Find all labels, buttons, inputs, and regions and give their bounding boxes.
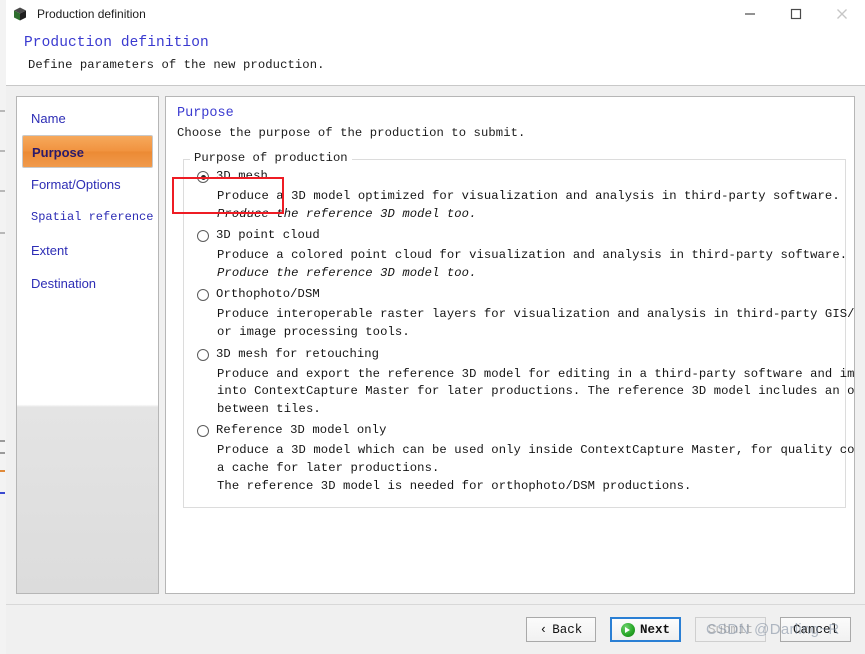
sidebar-item-destination[interactable]: Destination bbox=[22, 267, 153, 300]
cancel-button[interactable]: Cancel bbox=[779, 617, 851, 642]
radio-label-3d-mesh-for-retouching: 3D mesh for retouching bbox=[216, 346, 380, 361]
window-titlebar: Production definition bbox=[6, 0, 865, 29]
radio-option-reference-3d-model-only[interactable]: Reference 3D model only Produce a 3D mod… bbox=[196, 423, 855, 493]
radio-button-reference-3d-model-only[interactable] bbox=[197, 425, 209, 438]
radio-desc-line: The reference 3D model is needed for ort… bbox=[217, 478, 692, 493]
window-title: Production definition bbox=[37, 7, 146, 21]
radio-option-3d-point-cloud[interactable]: 3D point cloud Produce a colored point c… bbox=[196, 228, 848, 280]
radio-button-3d-mesh-for-retouching[interactable] bbox=[197, 348, 209, 361]
radio-option-orthophoto-dsm[interactable]: Orthophoto/DSM Produce interoperable ras… bbox=[196, 287, 855, 339]
window-controls bbox=[727, 0, 865, 28]
radio-button-3d-point-cloud[interactable] bbox=[197, 230, 209, 243]
radio-desc-line: a cache for later productions. bbox=[217, 460, 440, 475]
wizard-header-subtitle: Define parameters of the new production. bbox=[28, 58, 325, 72]
close-icon[interactable] bbox=[819, 0, 865, 28]
cube-icon bbox=[12, 6, 28, 22]
radio-desc-line: Produce a 3D model which can be used onl… bbox=[217, 443, 855, 458]
radio-label-orthophoto-dsm: Orthophoto/DSM bbox=[216, 287, 320, 302]
sidebar-item-extent[interactable]: Extent bbox=[22, 234, 153, 267]
wizard-footer: ‹ Back Next Submit Cancel CSDN @Darling~… bbox=[6, 604, 865, 654]
radio-desc-line: Produce a colored point cloud for visual… bbox=[217, 248, 848, 263]
panel-subtitle: Choose the purpose of the production to … bbox=[177, 126, 526, 140]
next-button[interactable]: Next bbox=[609, 617, 681, 642]
chevron-left-icon: ‹ bbox=[539, 622, 548, 637]
arrow-right-circle-icon bbox=[620, 622, 635, 637]
radio-label-3d-mesh: 3D mesh bbox=[216, 169, 268, 183]
radio-desc-line: Produce the reference 3D model too. bbox=[217, 265, 477, 280]
radio-label-3d-point-cloud: 3D point cloud bbox=[216, 228, 320, 243]
sidebar-item-purpose[interactable]: Purpose bbox=[22, 135, 153, 168]
radio-option-3d-mesh[interactable]: 3D mesh Produce a 3D model optimized for… bbox=[196, 169, 845, 221]
wizard-body: Name Purpose Format/Options Spatial refe… bbox=[6, 86, 865, 604]
sidebar-item-name[interactable]: Name bbox=[22, 102, 153, 135]
radio-desc-line: or image processing tools. bbox=[217, 324, 410, 339]
panel-title: Purpose bbox=[177, 106, 234, 121]
radio-desc-line: Produce and export the reference 3D mode… bbox=[217, 366, 855, 381]
radio-desc-line: Produce the reference 3D model too. bbox=[217, 206, 477, 221]
radio-desc-line: into ContextCapture Master for later pro… bbox=[217, 384, 855, 399]
radio-option-3d-mesh-for-retouching[interactable]: 3D mesh for retouching Produce and expor… bbox=[196, 346, 855, 417]
radio-label-reference-3d-model-only: Reference 3D model only bbox=[216, 423, 387, 438]
next-button-label: Next bbox=[639, 622, 670, 637]
sidebar-item-format-options[interactable]: Format/Options bbox=[22, 168, 153, 201]
radio-desc-line: Produce a 3D model optimized for visuali… bbox=[217, 189, 840, 203]
back-button-label: Back bbox=[552, 622, 583, 637]
purpose-of-production-group: Purpose of production 3D mesh Produce a … bbox=[183, 151, 855, 509]
back-button[interactable]: ‹ Back bbox=[525, 617, 596, 642]
wizard-step-sidebar: Name Purpose Format/Options Spatial refe… bbox=[16, 96, 159, 594]
radio-button-orthophoto-dsm[interactable] bbox=[197, 289, 209, 302]
production-definition-window: Production definition Production definit bbox=[6, 0, 865, 654]
minimize-icon[interactable] bbox=[727, 0, 773, 28]
submit-button: Submit bbox=[694, 617, 766, 642]
screen-root: Production definition Production definit bbox=[0, 0, 865, 654]
radio-desc-line: Produce interoperable raster layers for … bbox=[217, 307, 855, 322]
purpose-panel: Purpose Choose the purpose of the produc… bbox=[165, 96, 855, 594]
radio-desc-line: between tiles. bbox=[217, 401, 321, 416]
radio-button-3d-mesh[interactable] bbox=[197, 171, 209, 183]
maximize-icon[interactable] bbox=[773, 0, 819, 28]
wizard-header-title: Production definition bbox=[24, 35, 209, 51]
wizard-header: Production definition Define parameters … bbox=[6, 29, 865, 86]
sidebar-item-spatial-reference-system[interactable]: Spatial reference s bbox=[22, 201, 153, 234]
group-legend: Purpose of production bbox=[190, 151, 352, 165]
